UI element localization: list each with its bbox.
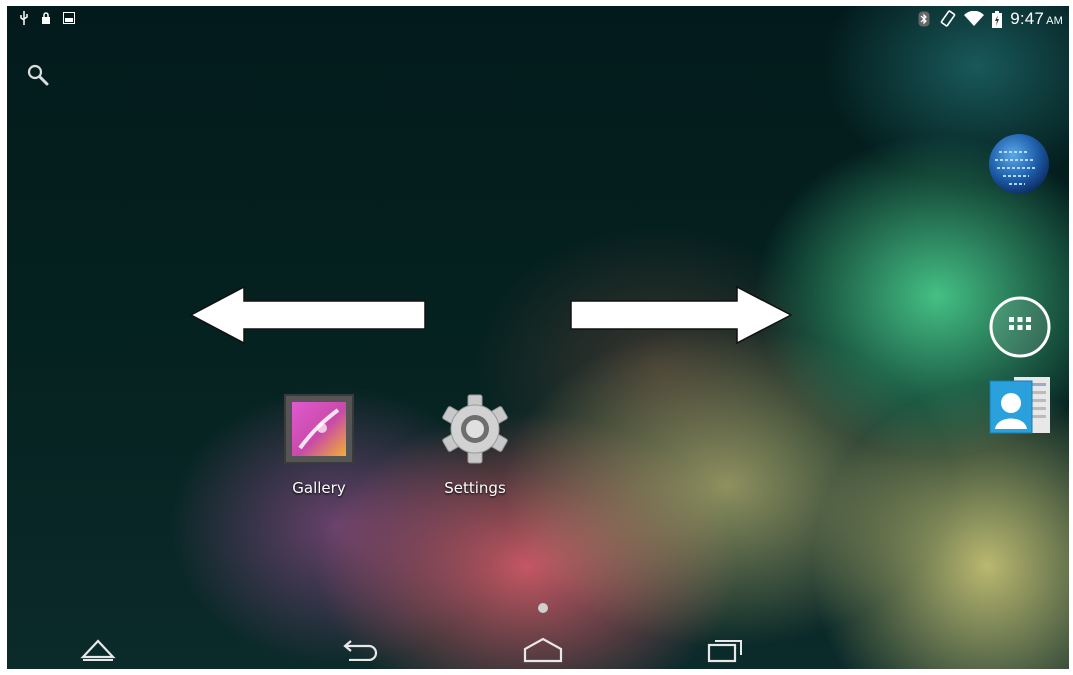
up-icon[interactable] (79, 635, 117, 661)
recent-apps-icon[interactable] (705, 635, 745, 663)
app-label: Settings (444, 479, 506, 497)
browser-globe-icon[interactable] (987, 132, 1051, 196)
battery-icon (992, 10, 1003, 28)
usb-icon (20, 11, 28, 25)
status-clock: 9:47 AM (1010, 9, 1063, 28)
search-icon[interactable] (27, 64, 49, 86)
right-arrow-icon (570, 285, 793, 345)
gallery-icon (284, 394, 354, 464)
page-indicator-dot (538, 603, 548, 613)
status-bar: 9:47 AM (7, 6, 1069, 32)
bluetooth-icon (918, 11, 930, 27)
home-screen: 9:47 AM Gallery Settings (7, 6, 1069, 669)
app-label: Gallery (292, 479, 346, 497)
lock-icon (42, 11, 50, 24)
wifi-icon (964, 11, 985, 26)
app-settings[interactable]: Settings (425, 392, 525, 497)
image-icon (63, 12, 75, 24)
navigation-bar (7, 623, 1069, 669)
settings-gear-icon (442, 394, 508, 464)
back-icon[interactable] (341, 635, 381, 661)
app-gallery[interactable]: Gallery (269, 392, 369, 497)
rotate-icon (940, 10, 956, 27)
contacts-icon[interactable] (988, 373, 1052, 437)
left-arrow-icon (189, 285, 426, 345)
home-icon[interactable] (521, 635, 565, 663)
all-apps-icon[interactable] (988, 295, 1052, 359)
